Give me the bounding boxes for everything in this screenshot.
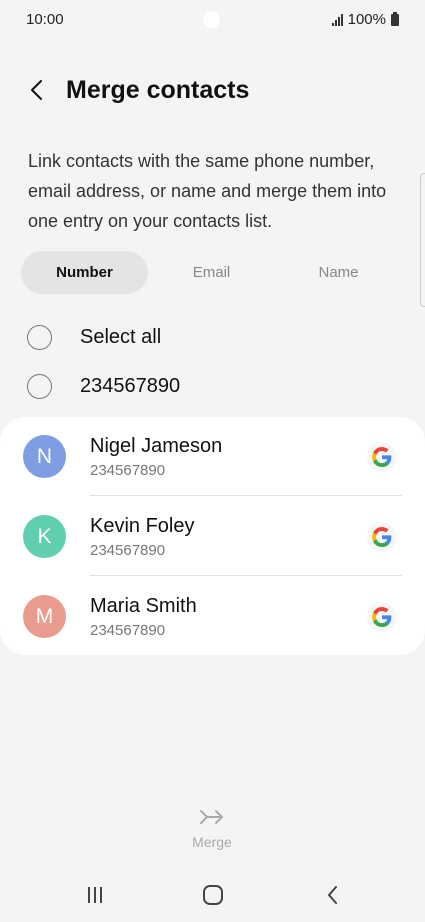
list-item[interactable]: K Kevin Foley 234567890 — [0, 497, 425, 577]
contact-name: Kevin Foley — [90, 515, 195, 537]
back-button[interactable] — [24, 76, 52, 104]
contact-name: Maria Smith — [90, 595, 197, 617]
scrollbar[interactable] — [420, 173, 425, 307]
contacts-card: N Nigel Jameson 234567890 K Kevin Foley … — [0, 417, 425, 655]
list-item[interactable]: M Maria Smith 234567890 — [0, 577, 425, 657]
home-button[interactable] — [198, 882, 228, 908]
contact-number: 234567890 — [90, 462, 166, 479]
description-text: Link contacts with the same phone number… — [28, 151, 387, 231]
list-item[interactable]: N Nigel Jameson 234567890 — [0, 417, 425, 497]
tab-email[interactable]: Email — [148, 251, 275, 294]
merge-button[interactable]: Merge — [172, 806, 252, 860]
merge-criteria-tabs: Number Email Name — [21, 251, 404, 294]
group-checkbox[interactable] — [27, 373, 52, 399]
select-all-checkbox[interactable] — [27, 324, 52, 350]
recent-apps-button[interactable] — [80, 882, 110, 908]
page-title: Merge contacts — [66, 76, 250, 104]
divider — [90, 495, 402, 496]
status-time: 10:00 — [26, 11, 64, 28]
back-nav-button[interactable] — [318, 882, 348, 908]
contact-name: Nigel Jameson — [90, 435, 223, 457]
select-all-row[interactable]: Select all — [27, 324, 161, 350]
navigation-bar — [0, 868, 425, 922]
status-indicators: 100% — [331, 11, 399, 28]
avatar: M — [23, 595, 66, 638]
chevron-left-icon — [31, 80, 42, 100]
tab-number[interactable]: Number — [21, 251, 148, 294]
google-icon — [367, 442, 397, 472]
recent-apps-icon — [88, 887, 102, 903]
home-icon — [203, 885, 223, 905]
select-all-label: Select all — [80, 325, 162, 348]
tab-name[interactable]: Name — [275, 251, 402, 294]
avatar: N — [23, 435, 66, 478]
status-bar: 10:00 100% — [0, 0, 425, 40]
app-header: Merge contacts — [0, 68, 425, 112]
merge-arrows-icon — [200, 810, 223, 824]
battery-icon — [391, 11, 399, 26]
battery-percentage: 100% — [347, 11, 386, 28]
contact-number: 234567890 — [90, 622, 166, 639]
contact-number: 234567890 — [90, 542, 166, 559]
back-arrow-icon — [328, 886, 337, 904]
divider — [90, 575, 402, 576]
front-camera — [203, 11, 220, 28]
avatar: K — [23, 515, 66, 558]
merge-label: Merge — [192, 834, 232, 850]
group-row[interactable]: 234567890 — [27, 373, 180, 399]
google-icon — [367, 602, 397, 632]
signal-icon — [331, 13, 343, 26]
google-icon — [367, 522, 397, 552]
group-number-label: 234567890 — [80, 374, 181, 397]
